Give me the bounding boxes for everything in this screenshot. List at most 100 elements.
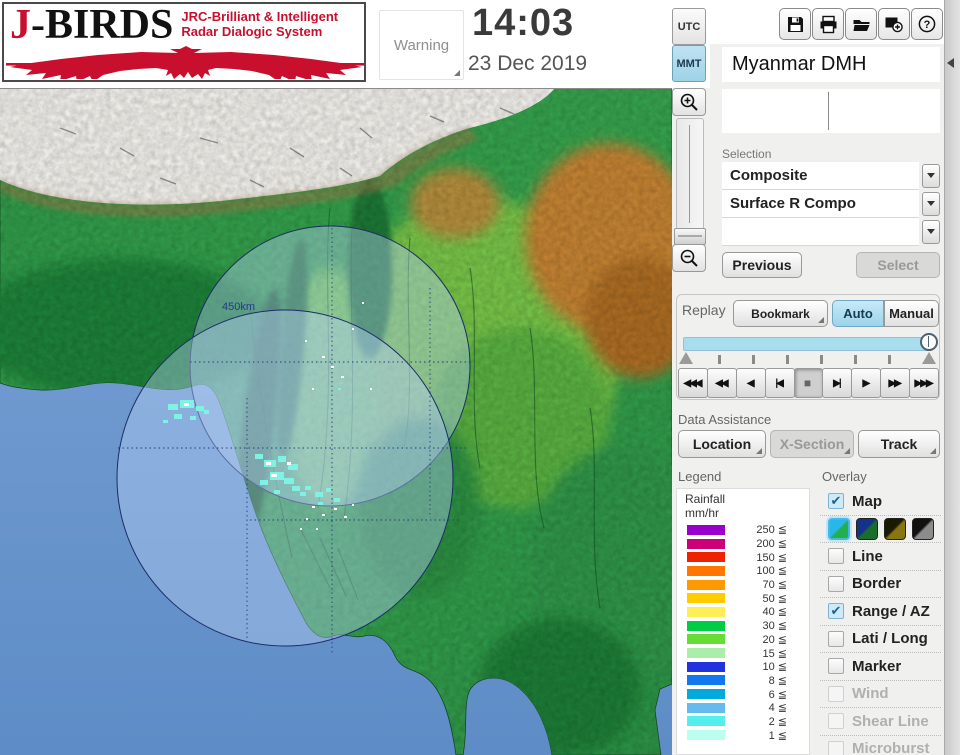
legend-swatch-12 [687,689,725,700]
selection-dropdown-arrow-1[interactable] [922,191,940,216]
overlay-checkbox-lati-long[interactable] [828,630,844,647]
zoom-in-icon [680,93,698,111]
legend-value-14: 2 ≦ [768,715,787,728]
legend-swatch-14 [687,716,725,727]
overlay-checkbox-microburst[interactable] [828,740,844,755]
slider-tick-4 [854,355,857,364]
overlay-checkbox-map[interactable]: ✔ [828,493,844,510]
command-input[interactable] [722,89,940,133]
stop-button[interactable]: ■ [793,368,824,398]
legend-row-15: 1 ≦ [677,728,809,742]
map-style-swatch-0[interactable] [828,517,850,540]
step-back-button[interactable]: |◀ [764,368,795,398]
panel-collapse-strip[interactable] [944,0,960,755]
legend-swatch-11 [687,675,725,686]
overlay-checkbox-range-az[interactable]: ✔ [828,603,844,620]
play-reverse-button[interactable]: ◀ [735,368,766,398]
selection-dropdown-arrow-0[interactable] [922,163,940,188]
legend-row-0: 250 ≦ [677,523,809,537]
forward-fast-button[interactable]: ▶▶ [880,368,911,398]
x-section-button[interactable]: X-Section [770,430,854,458]
zoom-slider-thumb[interactable] [674,228,706,245]
overlay-item-label: Lati / Long [852,630,928,648]
auto-mode-button[interactable]: Auto [832,300,884,327]
legend-value-8: 20 ≦ [762,633,787,646]
forward-fastest-button[interactable]: ▶▶▶ [909,368,940,398]
zoom-in-button[interactable] [672,88,706,116]
selection-dropdown-0: Composite [722,161,940,190]
overlay-checkbox-line[interactable] [828,548,844,565]
overlay-checkbox-border[interactable] [828,575,844,592]
selection-dropdown-value-0[interactable]: Composite [722,161,919,190]
rewind-fastest-icon: ◀◀◀ [683,377,702,389]
zoom-out-button[interactable] [672,244,706,272]
station-name-field[interactable]: Myanmar DMH [722,47,940,82]
manual-mode-button[interactable]: Manual [884,300,939,327]
warning-button[interactable]: Warning [379,10,464,80]
utc-button[interactable]: UTC [672,8,706,45]
legend-value-11: 8 ≦ [768,674,787,687]
overlay-row-line: Line [820,543,941,571]
legend-value-2: 150 ≦ [756,551,787,564]
overlay-row-range-az: ✔ Range / AZ [820,598,941,626]
selection-dropdowns: Composite Surface R Compo [722,161,940,246]
mmt-button[interactable]: MMT [672,45,706,82]
rewind-fast-button[interactable]: ◀◀ [706,368,737,398]
app-logo: J-BIRDS JRC-Brilliant & Intelligent Rada… [2,2,366,82]
print-button[interactable] [812,8,844,40]
replay-slider-thumb[interactable] [920,333,938,351]
map-style-swatch-1[interactable] [856,517,878,540]
overlay-row-border: Border [820,571,941,598]
zoom-slider-track[interactable] [676,118,704,230]
step-forward-button[interactable]: ▶| [822,368,853,398]
play-icon: ▶ [862,377,870,389]
rewind-fastest-button[interactable]: ◀◀◀ [678,368,708,398]
overlay-checkbox-wind[interactable] [828,685,844,702]
overlay-checkbox-marker[interactable] [828,658,844,675]
legend-swatch-10 [687,661,725,672]
selection-dropdown-arrow-2[interactable] [922,219,940,244]
open-file-button[interactable] [845,8,877,40]
bookmark-button[interactable]: Bookmark [733,300,828,327]
selection-dropdown-value-2[interactable] [722,217,919,246]
selection-dropdown-value-1[interactable]: Surface R Compo [722,189,919,218]
open-folder-icon [853,19,869,31]
save-button[interactable] [779,8,811,40]
replay-label: Replay [682,302,726,318]
track-button[interactable]: Track [858,430,940,458]
warning-label: Warning [393,36,450,54]
step-back-icon: |◀ [775,377,783,389]
legend-swatch-3 [687,565,725,576]
add-image-button[interactable] [878,8,910,40]
j-birds-app: 450km J-BIRDS JRC-Brilliant & Intelligen… [0,0,960,755]
forward-fastest-icon: ▶▶▶ [914,377,934,389]
zoom-out-icon [680,249,698,267]
range-end-marker[interactable] [922,352,936,364]
map-style-swatch-2[interactable] [884,517,906,540]
rewind-fast-icon: ◀◀ [715,377,728,389]
legend-row-4: 70 ≦ [677,578,809,592]
legend-value-6: 40 ≦ [762,606,787,619]
location-button[interactable]: Location [678,430,766,458]
overlay-item-label: Map [852,492,882,510]
map-style-swatch-3[interactable] [912,517,934,540]
select-button[interactable]: Select [856,252,940,278]
help-button[interactable]: ? [911,8,943,40]
legend-swatch-4 [687,579,725,590]
previous-button[interactable]: Previous [722,252,802,278]
add-image-icon [885,17,903,33]
legend-value-9: 15 ≦ [762,647,787,660]
replay-slider-track[interactable] [683,337,932,351]
radar-map[interactable]: 450km [0,87,673,755]
selection-label: Selection [722,147,772,161]
legend-value-4: 70 ≦ [762,579,787,592]
overlay-item-label: Marker [852,657,902,675]
chevron-down-icon [927,173,935,178]
range-start-marker[interactable] [679,352,693,364]
stop-icon: ■ [803,376,812,390]
play-button[interactable]: ▶ [851,368,882,398]
overlay-checkbox-shear-line[interactable] [828,713,844,730]
print-icon [820,15,836,33]
collapse-panel-icon[interactable] [947,58,954,68]
legend-value-1: 200 ≦ [756,538,787,551]
